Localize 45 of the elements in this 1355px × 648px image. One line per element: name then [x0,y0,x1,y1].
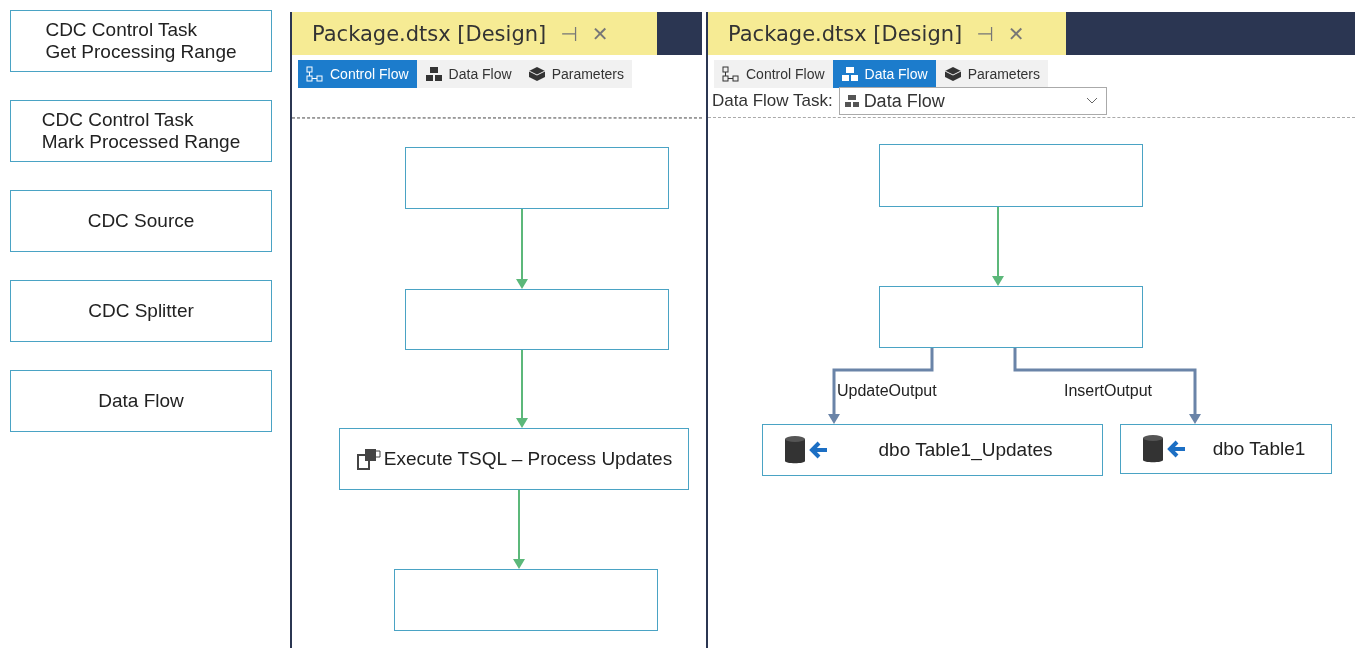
drop-target[interactable] [879,286,1143,348]
database-arrow-icon [1141,433,1187,465]
field-label: Data Flow Task: [712,91,833,111]
task-dropdown[interactable]: Data Flow [838,87,1107,115]
task-node[interactable]: Execute TSQL – Process Updates [339,428,689,490]
designer-tab[interactable]: Data Flow [832,60,936,88]
draggable-item[interactable]: CDC Control Task Mark Processed Range [10,100,272,162]
draggable-item[interactable]: Data Flow [10,370,272,432]
document-tab[interactable]: Package.dtsx [Design] ⊣ ✕ [292,12,657,55]
destination-node[interactable]: dbo Table1 [1120,424,1332,474]
draggable-item[interactable]: CDC Splitter [10,280,272,342]
designer-tab[interactable]: Control Flow [298,60,417,88]
flowchart-icon [306,66,324,82]
destination-node[interactable]: dbo Table1_Updates [762,424,1103,476]
pin-button[interactable]: ⊣ [560,21,578,46]
draggable-item[interactable]: CDC Source [10,190,272,252]
document-title: Package.dtsx [Design] [728,21,963,46]
document-title: Package.dtsx [Design] [312,21,547,46]
node-label: dbo Table1 [1211,438,1307,460]
node-label: Execute TSQL – Process Updates [383,448,673,470]
designer-tab[interactable]: Data Flow [416,60,520,88]
boxes-icon [840,66,859,82]
connector-label: InsertOutput [1064,382,1153,400]
close-button[interactable]: ✕ [591,21,609,46]
database-arrow-icon [783,434,829,466]
boxes-icon [843,94,860,108]
boxes-icon [424,66,443,82]
script-icon [355,447,382,471]
drop-target[interactable] [405,147,669,209]
designer-tab[interactable]: Control Flow [714,60,833,88]
cube-icon [943,66,962,82]
draggable-item[interactable]: CDC Control Task Get Processing Range [10,10,272,72]
pin-button[interactable]: ⊣ [976,21,994,46]
node-label: dbo Table1_Updates [877,439,1054,461]
cube-icon [527,66,546,82]
chevron-icon [1085,97,1098,105]
drop-target[interactable] [405,289,669,350]
close-button[interactable]: ✕ [1007,21,1025,46]
drop-target[interactable] [879,144,1143,207]
designer-tab[interactable]: Parameters [519,60,632,88]
connector-label: UpdateOutput [837,382,937,400]
document-tab[interactable]: Package.dtsx [Design] ⊣ ✕ [708,12,1066,55]
drop-target[interactable] [394,569,658,631]
flowchart-icon [722,66,740,82]
designer-tab[interactable]: Parameters [935,60,1048,88]
